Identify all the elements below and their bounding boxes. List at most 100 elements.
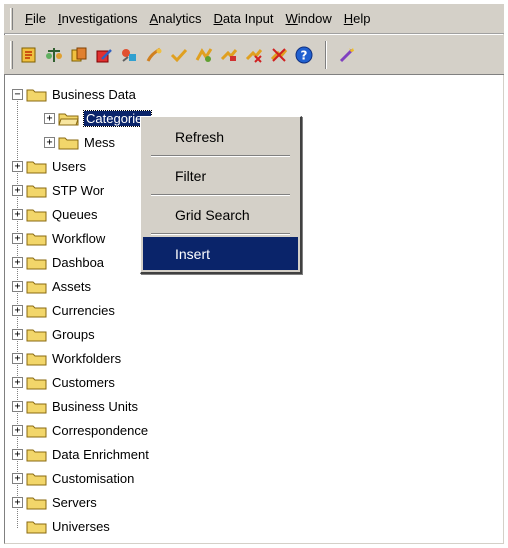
user-icon	[195, 47, 213, 62]
folder-icon	[26, 473, 47, 485]
expand-icon[interactable]: +	[12, 376, 23, 388]
tree-item[interactable]: + Customisation	[12, 466, 492, 490]
expand-icon[interactable]: +	[44, 136, 55, 148]
menu-analytics[interactable]: Analytics	[143, 11, 207, 26]
flag-button[interactable]	[217, 42, 241, 68]
balance-icon	[46, 47, 62, 62]
context-menu-filter[interactable]: Filter	[143, 159, 298, 192]
tree-item[interactable]: + Correspondence	[12, 418, 492, 442]
toolbar-grip[interactable]	[10, 40, 13, 69]
tools-button[interactable]	[117, 42, 141, 68]
context-menu: Refresh Filter Grid Search Insert	[140, 116, 302, 274]
tree-label: Assets	[52, 278, 92, 294]
expand-icon[interactable]: +	[12, 448, 23, 460]
copy-icon	[71, 47, 87, 61]
check-button[interactable]	[167, 42, 191, 68]
open-button[interactable]	[17, 42, 41, 68]
help-button[interactable]: ?	[292, 42, 316, 68]
expand-icon[interactable]: +	[12, 160, 23, 172]
tree-label: Groups	[52, 326, 95, 342]
tree-item-business-data[interactable]: − Business Data	[12, 82, 492, 106]
menu-investigations[interactable]: Investigations	[52, 11, 144, 26]
cross-flag-button[interactable]	[267, 42, 291, 68]
help-icon: ?	[295, 46, 313, 63]
folder-icon	[58, 137, 79, 149]
menu-help[interactable]: Help	[338, 11, 377, 26]
expand-icon[interactable]: +	[12, 424, 23, 436]
edit-icon	[96, 48, 112, 62]
tree-label: Business Data	[52, 86, 136, 102]
tree-label: Currencies	[52, 302, 115, 318]
key-icon	[146, 47, 162, 62]
flag-icon	[220, 48, 238, 61]
cross-flag-icon	[270, 47, 288, 62]
expand-icon[interactable]: +	[12, 400, 23, 412]
folder-icon	[26, 209, 47, 221]
tree-label: Users	[52, 158, 86, 174]
folder-open-icon	[58, 113, 79, 125]
copy-button[interactable]	[67, 42, 91, 68]
toolbar: ?	[4, 35, 504, 75]
folder-icon	[26, 497, 47, 509]
expand-icon[interactable]: +	[12, 304, 23, 316]
check-icon	[170, 48, 188, 62]
tree-label: Mess	[84, 134, 116, 150]
edit-button[interactable]	[92, 42, 116, 68]
tree-label: Universes	[52, 518, 110, 534]
cross-button[interactable]	[242, 42, 266, 68]
tree-label: Business Units	[52, 398, 138, 414]
expand-icon[interactable]: +	[12, 328, 23, 340]
expand-icon[interactable]: +	[12, 184, 23, 196]
expand-icon[interactable]: +	[44, 112, 55, 124]
tree-item[interactable]: + Assets	[12, 274, 492, 298]
context-menu-separator	[151, 233, 290, 235]
user-button[interactable]	[192, 42, 216, 68]
key-button[interactable]	[142, 42, 166, 68]
tree-label: Customisation	[52, 470, 135, 486]
expand-icon[interactable]: +	[12, 208, 23, 220]
tree-label: Workfolders	[52, 350, 122, 366]
tree-item[interactable]: + Business Units	[12, 394, 492, 418]
menu-file[interactable]: File	[19, 11, 52, 26]
tree-item[interactable]: + Currencies	[12, 298, 492, 322]
context-menu-insert[interactable]: Insert	[143, 237, 298, 270]
folder-icon	[26, 521, 47, 533]
expand-icon[interactable]: +	[12, 232, 23, 244]
folder-icon	[26, 401, 47, 413]
folder-icon	[26, 257, 47, 269]
cross-icon	[245, 48, 263, 63]
toolbar-separator	[325, 40, 327, 69]
expand-icon[interactable]: +	[12, 280, 23, 292]
context-menu-refresh[interactable]: Refresh	[143, 120, 298, 153]
folder-icon	[26, 377, 47, 389]
tree-label: Servers	[52, 494, 97, 510]
expand-icon[interactable]: +	[12, 352, 23, 364]
context-menu-grid-search[interactable]: Grid Search	[143, 198, 298, 231]
folder-icon	[26, 425, 47, 437]
menubar-grip[interactable]	[10, 7, 13, 30]
svg-text:?: ?	[301, 48, 308, 62]
expand-icon[interactable]: +	[12, 472, 23, 484]
tree-label: Correspondence	[52, 422, 149, 438]
folder-icon	[26, 449, 47, 461]
tree-label: Workflow	[52, 230, 106, 246]
tree-label: STP Wor	[52, 182, 105, 198]
folder-icon	[26, 161, 47, 173]
wand-button[interactable]	[335, 42, 359, 68]
tree-item[interactable]: + Customers	[12, 370, 492, 394]
menu-data-input[interactable]: Data Input	[208, 11, 280, 26]
folder-icon	[26, 305, 47, 317]
collapse-icon[interactable]: −	[12, 88, 23, 100]
tree-item[interactable]: + Data Enrichment	[12, 442, 492, 466]
folder-icon	[26, 233, 47, 245]
expand-icon[interactable]: +	[12, 496, 23, 508]
folder-icon	[26, 329, 47, 341]
tree-item-universes[interactable]: Universes	[12, 514, 492, 538]
menu-window[interactable]: Window	[280, 11, 338, 26]
tools-icon	[122, 48, 136, 62]
tree-item[interactable]: + Groups	[12, 322, 492, 346]
tree-item[interactable]: + Workfolders	[12, 346, 492, 370]
balance-button[interactable]	[42, 42, 66, 68]
tree-item[interactable]: + Servers	[12, 490, 492, 514]
expand-icon[interactable]: +	[12, 256, 23, 268]
